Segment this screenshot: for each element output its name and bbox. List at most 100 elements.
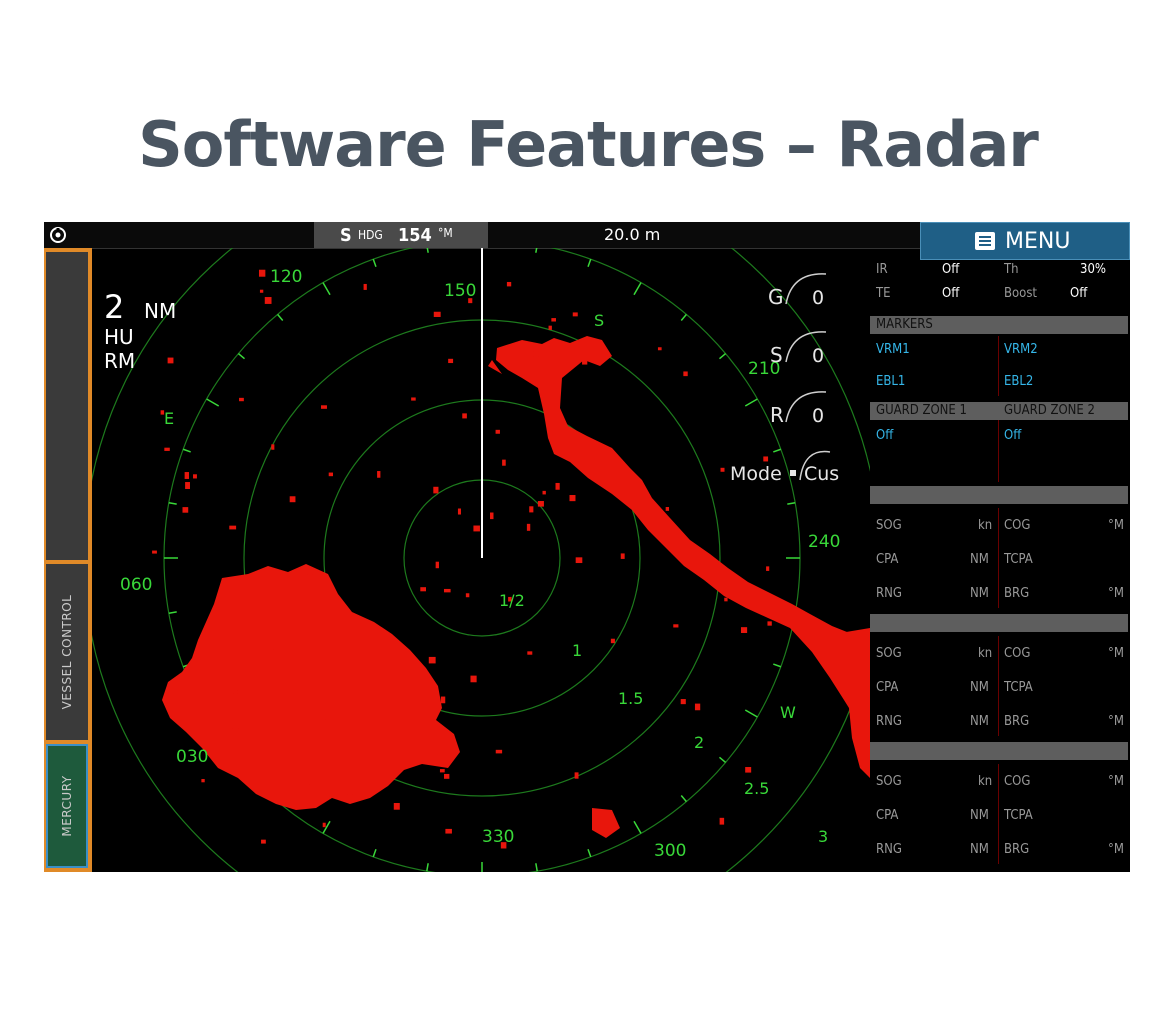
guard-zone-1-header: GUARD ZONE 1 bbox=[876, 403, 967, 418]
control-value: 0 bbox=[812, 345, 824, 367]
ebl1-button[interactable]: EBL1 bbox=[876, 374, 905, 389]
echo-speck bbox=[363, 283, 367, 290]
guard-zone-header: GUARD ZONE 1 GUARD ZONE 2 bbox=[870, 402, 1128, 420]
bearing-label: 300 bbox=[654, 841, 686, 861]
echo-speck bbox=[555, 482, 560, 490]
echo-speck bbox=[432, 754, 438, 760]
echo-speck bbox=[232, 728, 239, 733]
power-icon[interactable] bbox=[48, 225, 68, 245]
echo-speck bbox=[347, 794, 353, 800]
boost-value[interactable]: Off bbox=[1070, 286, 1087, 301]
control-letter: R bbox=[770, 403, 784, 427]
vrm1-button[interactable]: VRM1 bbox=[876, 342, 910, 357]
echo-speck bbox=[440, 696, 446, 704]
threshold-label: Th bbox=[1004, 262, 1019, 277]
bearing-tick bbox=[535, 248, 538, 253]
heading-value: 154 bbox=[398, 225, 432, 246]
cardinal-south: S bbox=[594, 311, 604, 330]
echo-speck bbox=[420, 587, 427, 592]
range-readout: 20.0 m bbox=[604, 225, 661, 244]
echo-speck bbox=[542, 490, 546, 495]
bearing-label: 240 bbox=[808, 532, 840, 552]
menu-button[interactable]: MENU bbox=[920, 222, 1130, 260]
target-3-header bbox=[870, 742, 1128, 760]
echo-speck bbox=[575, 557, 583, 564]
bearing-tick bbox=[168, 502, 177, 505]
bearing-tick bbox=[426, 248, 429, 253]
vrm2-button[interactable]: VRM2 bbox=[1004, 342, 1038, 357]
echo-speck bbox=[657, 347, 662, 351]
boost-label: Boost bbox=[1004, 286, 1038, 301]
echo-speck bbox=[322, 822, 326, 828]
ring-label: 2 bbox=[694, 733, 704, 752]
bearing-tick bbox=[277, 313, 284, 322]
heading-reference: S bbox=[340, 225, 352, 246]
bearing-label: 060 bbox=[120, 575, 152, 595]
heading-readout: S HDG 154 °M bbox=[314, 222, 488, 248]
echo-speck bbox=[529, 506, 534, 513]
echo-speck bbox=[439, 769, 445, 773]
sidebar-tab-mercury[interactable]: MERCURY bbox=[46, 744, 88, 868]
te-value[interactable]: Off bbox=[942, 286, 959, 301]
sidebar-tab-blank[interactable] bbox=[46, 252, 88, 560]
menu-label: MENU bbox=[1005, 229, 1071, 254]
bearing-tick bbox=[680, 794, 687, 803]
bearing-tick bbox=[744, 709, 758, 718]
bearing-tick bbox=[182, 448, 191, 453]
sea-clutter-control[interactable]: S 0 bbox=[770, 331, 827, 367]
bearing-tick bbox=[744, 398, 758, 407]
echo-speck bbox=[261, 839, 266, 844]
echo-speck bbox=[152, 550, 157, 554]
echo-speck bbox=[269, 649, 274, 656]
echo-speck bbox=[304, 780, 310, 785]
echo-speck bbox=[533, 351, 539, 357]
echo-speck bbox=[506, 281, 512, 287]
bearing-tick bbox=[787, 502, 796, 505]
echo-speck bbox=[763, 456, 769, 462]
bearing-tick bbox=[633, 820, 642, 834]
echo-speck bbox=[766, 566, 770, 571]
echo-speck bbox=[574, 772, 579, 779]
echo-speck bbox=[448, 358, 454, 364]
echo-speck bbox=[720, 467, 725, 472]
echo-speck bbox=[572, 312, 578, 317]
ebl2-button[interactable]: EBL2 bbox=[1004, 374, 1033, 389]
markers-header: MARKERS bbox=[870, 316, 1128, 334]
echo-speck bbox=[551, 318, 556, 322]
threshold-value[interactable]: 30% bbox=[1080, 262, 1106, 277]
echo-speck bbox=[325, 712, 332, 720]
bearing-label: 120 bbox=[270, 267, 302, 287]
sidebar-tab-label: VESSEL CONTROL bbox=[60, 594, 74, 710]
echo-speck bbox=[610, 638, 615, 644]
echo-speck bbox=[745, 767, 752, 773]
echo-speck bbox=[167, 357, 174, 364]
guard-zone-1-value[interactable]: Off bbox=[876, 428, 893, 443]
guard-zone-2-value[interactable]: Off bbox=[1004, 428, 1021, 443]
bearing-tick bbox=[206, 398, 220, 407]
bearing-tick bbox=[680, 313, 687, 322]
control-letter: G bbox=[768, 285, 784, 309]
mode-control[interactable]: Mode Cus bbox=[730, 450, 839, 485]
echo-speck bbox=[258, 269, 266, 277]
bearing-tick bbox=[237, 353, 246, 360]
ir-value[interactable]: Off bbox=[942, 262, 959, 277]
page-title: Software Features – Radar bbox=[138, 108, 1039, 181]
echo-speck bbox=[680, 699, 686, 705]
radar-scope[interactable]: 1/2 1 1.5 2 2.5 3 120 150 210 240 060 03… bbox=[92, 248, 870, 872]
gain-control[interactable]: G 0 bbox=[768, 273, 827, 309]
echo-speck bbox=[569, 495, 576, 502]
rain-clutter-control[interactable]: R 0 bbox=[770, 391, 827, 427]
echo-speck bbox=[239, 397, 244, 402]
bearing-tick bbox=[718, 353, 727, 360]
motion-mode: RM bbox=[104, 349, 135, 373]
bearing-label: 030 bbox=[176, 747, 208, 767]
echo-speck bbox=[537, 501, 544, 507]
echo-speck bbox=[526, 523, 531, 531]
sidebar: VESSEL CONTROL MERCURY bbox=[44, 248, 92, 872]
mode-value: Cus bbox=[804, 463, 839, 485]
echo-speck bbox=[465, 593, 470, 598]
sidebar-tab-vessel-control[interactable]: VESSEL CONTROL bbox=[46, 564, 88, 740]
bearing-tick bbox=[426, 863, 429, 872]
ring-label: 1/2 bbox=[499, 591, 525, 610]
echo-speck bbox=[620, 553, 625, 559]
